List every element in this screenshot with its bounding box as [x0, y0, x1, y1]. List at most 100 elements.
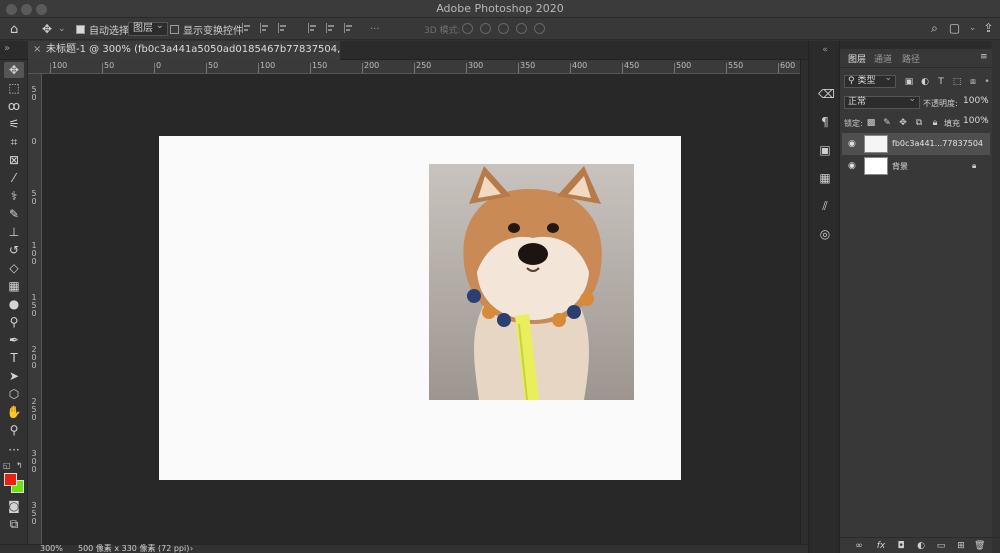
properties-panel-icon[interactable]: ▣	[818, 143, 832, 157]
collapse-toolbar-icon[interactable]: »	[4, 43, 10, 54]
tab-channels[interactable]: 通道	[874, 52, 892, 65]
dodge-tool-icon[interactable]: ⚲	[4, 314, 24, 330]
zoom-tool-icon[interactable]: ⚲	[4, 422, 24, 438]
layers-scrollbar[interactable]	[992, 41, 1000, 553]
align-center-icon[interactable]	[260, 23, 269, 33]
new-group-icon[interactable]: ▭	[936, 541, 946, 551]
shape-tool-icon[interactable]: ⬡	[4, 386, 24, 402]
opacity-field[interactable]: 100%	[960, 93, 992, 109]
document-tab[interactable]: × 未标题-1 @ 300% (fb0c3a441a5050ad0185467b…	[28, 41, 340, 60]
eraser-tool-icon[interactable]: ◇	[4, 260, 24, 276]
foreground-color-swatch[interactable]	[4, 473, 17, 486]
shape-filter-icon[interactable]: ⬚	[952, 77, 962, 87]
auto-select-target-select[interactable]: 图层	[128, 20, 168, 37]
share-icon[interactable]: ⇪	[982, 22, 995, 35]
lock-all-icon[interactable]: 🔒︎	[930, 118, 940, 128]
healing-brush-tool-icon[interactable]: ⚕	[4, 188, 24, 204]
auto-select-checkbox[interactable]: 自动选择:	[76, 21, 132, 37]
home-icon[interactable]: ⌂	[10, 21, 18, 37]
eyedropper-tool-icon[interactable]: ⁄	[4, 170, 24, 186]
align-middle-icon[interactable]	[326, 23, 335, 33]
default-colors-icon[interactable]: ◱	[3, 461, 11, 470]
layer-name[interactable]: 背景	[892, 161, 908, 172]
3d-orbit-icon[interactable]	[462, 23, 473, 34]
edit-toolbar-icon[interactable]: ···	[4, 442, 24, 458]
brush-tool-icon[interactable]: ✎	[4, 206, 24, 222]
history-panel-icon[interactable]: ⌫	[818, 87, 835, 101]
tab-paths[interactable]: 路径	[902, 52, 920, 65]
brush-settings-panel-icon[interactable]: ⫽	[818, 199, 832, 213]
magic-wand-tool-icon[interactable]: ⚟	[4, 116, 24, 132]
filter-kind-select[interactable]: ⚲ 类型	[844, 73, 896, 88]
canvas-vertical-scrollbar[interactable]	[800, 60, 808, 544]
delete-layer-icon[interactable]: 🗑︎	[974, 541, 985, 551]
canvas-workspace[interactable]	[42, 74, 800, 544]
layer-row-background[interactable]: ◉ 背景 🔒︎	[842, 155, 990, 177]
paragraph-panel-icon[interactable]: ¶	[818, 115, 832, 129]
3d-roll-icon[interactable]	[480, 23, 491, 34]
hand-tool-icon[interactable]: ✋	[4, 404, 24, 420]
lock-artboard-icon[interactable]: ⧉	[914, 118, 924, 128]
adjustments-panel-icon[interactable]: ◎	[818, 227, 832, 241]
add-mask-icon[interactable]: ◘	[896, 541, 906, 551]
3d-scale-icon[interactable]	[534, 23, 545, 34]
blend-mode-select[interactable]: 正常	[844, 94, 920, 109]
marquee-tool-icon[interactable]: ⬚	[4, 80, 24, 96]
type-filter-icon[interactable]: T	[936, 77, 946, 87]
move-tool-preset-icon[interactable]: ✥	[42, 21, 52, 37]
type-tool-icon[interactable]: T	[4, 350, 24, 366]
panel-header: »	[840, 38, 1000, 49]
move-tool-icon[interactable]: ✥	[4, 62, 24, 78]
clone-stamp-tool-icon[interactable]: ⊥	[4, 224, 24, 240]
zoom-level[interactable]: 300%	[40, 545, 63, 553]
crop-tool-icon[interactable]: ⌗	[4, 134, 24, 150]
pixel-filter-icon[interactable]: ▣	[904, 77, 914, 87]
lock-position-icon[interactable]: ✥	[898, 118, 908, 128]
blur-tool-icon[interactable]: ●	[4, 296, 24, 312]
frame-tool-icon[interactable]: ⊠	[4, 152, 24, 168]
fill-field[interactable]: 100%	[960, 113, 992, 129]
gradient-tool-icon[interactable]: ▦	[4, 278, 24, 294]
visibility-eye-icon[interactable]: ◉	[848, 139, 858, 149]
panel-menu-icon[interactable]: ≡	[980, 52, 988, 62]
shiba-dog-image-layer[interactable]	[429, 164, 634, 400]
3d-slide-icon[interactable]	[516, 23, 527, 34]
align-right-icon[interactable]	[278, 23, 287, 33]
3d-pan-icon[interactable]	[498, 23, 509, 34]
layer-style-icon[interactable]: fx	[876, 541, 886, 551]
more-options-icon[interactable]: ···	[370, 21, 380, 37]
history-brush-tool-icon[interactable]: ↺	[4, 242, 24, 258]
adjustment-layer-icon[interactable]: ◐	[916, 541, 926, 551]
swatches-panel-icon[interactable]: ▦	[818, 171, 832, 185]
collapse-dock-icon[interactable]: «	[818, 43, 832, 57]
smart-object-filter-icon[interactable]: ⧈	[968, 77, 978, 87]
lock-transparent-icon[interactable]: ▩	[866, 118, 876, 128]
chevron-down-icon[interactable]: ⌄	[966, 22, 979, 35]
link-layers-icon[interactable]: ∞	[854, 541, 864, 551]
align-left-icon[interactable]	[242, 23, 251, 33]
swap-colors-icon[interactable]: ↰	[16, 461, 23, 470]
layer-name[interactable]: fb0c3a441...77837504	[892, 139, 983, 148]
tab-layers[interactable]: 图层	[848, 52, 866, 65]
chevron-down-icon[interactable]: ⌄	[58, 21, 66, 37]
quick-mask-icon[interactable]: ◙	[4, 498, 24, 514]
layer-row-smart-object[interactable]: ◉ fb0c3a441...77837504	[842, 133, 990, 155]
lasso-tool-icon[interactable]: ꝏ	[4, 98, 24, 114]
close-tab-icon[interactable]: ×	[33, 41, 41, 59]
layer-thumbnail	[864, 157, 888, 175]
pen-tool-icon[interactable]: ✒	[4, 332, 24, 348]
workspace-icon[interactable]: ▢	[948, 22, 961, 35]
lock-image-icon[interactable]: ✎	[882, 118, 892, 128]
status-menu-arrow[interactable]: ›	[190, 545, 193, 553]
visibility-eye-icon[interactable]: ◉	[848, 161, 858, 171]
show-transform-checkbox[interactable]: 显示变换控件	[170, 21, 243, 37]
screen-mode-icon[interactable]: ⧉	[4, 516, 24, 532]
path-selection-tool-icon[interactable]: ➤	[4, 368, 24, 384]
new-layer-icon[interactable]: ⊞	[956, 541, 966, 551]
filter-toggle-icon[interactable]: •	[982, 77, 992, 87]
adjustment-filter-icon[interactable]: ◐	[920, 77, 930, 87]
align-bottom-icon[interactable]	[344, 23, 353, 33]
search-icon[interactable]: ⌕	[928, 22, 941, 35]
document-canvas[interactable]	[159, 136, 681, 480]
align-top-icon[interactable]	[308, 23, 317, 33]
